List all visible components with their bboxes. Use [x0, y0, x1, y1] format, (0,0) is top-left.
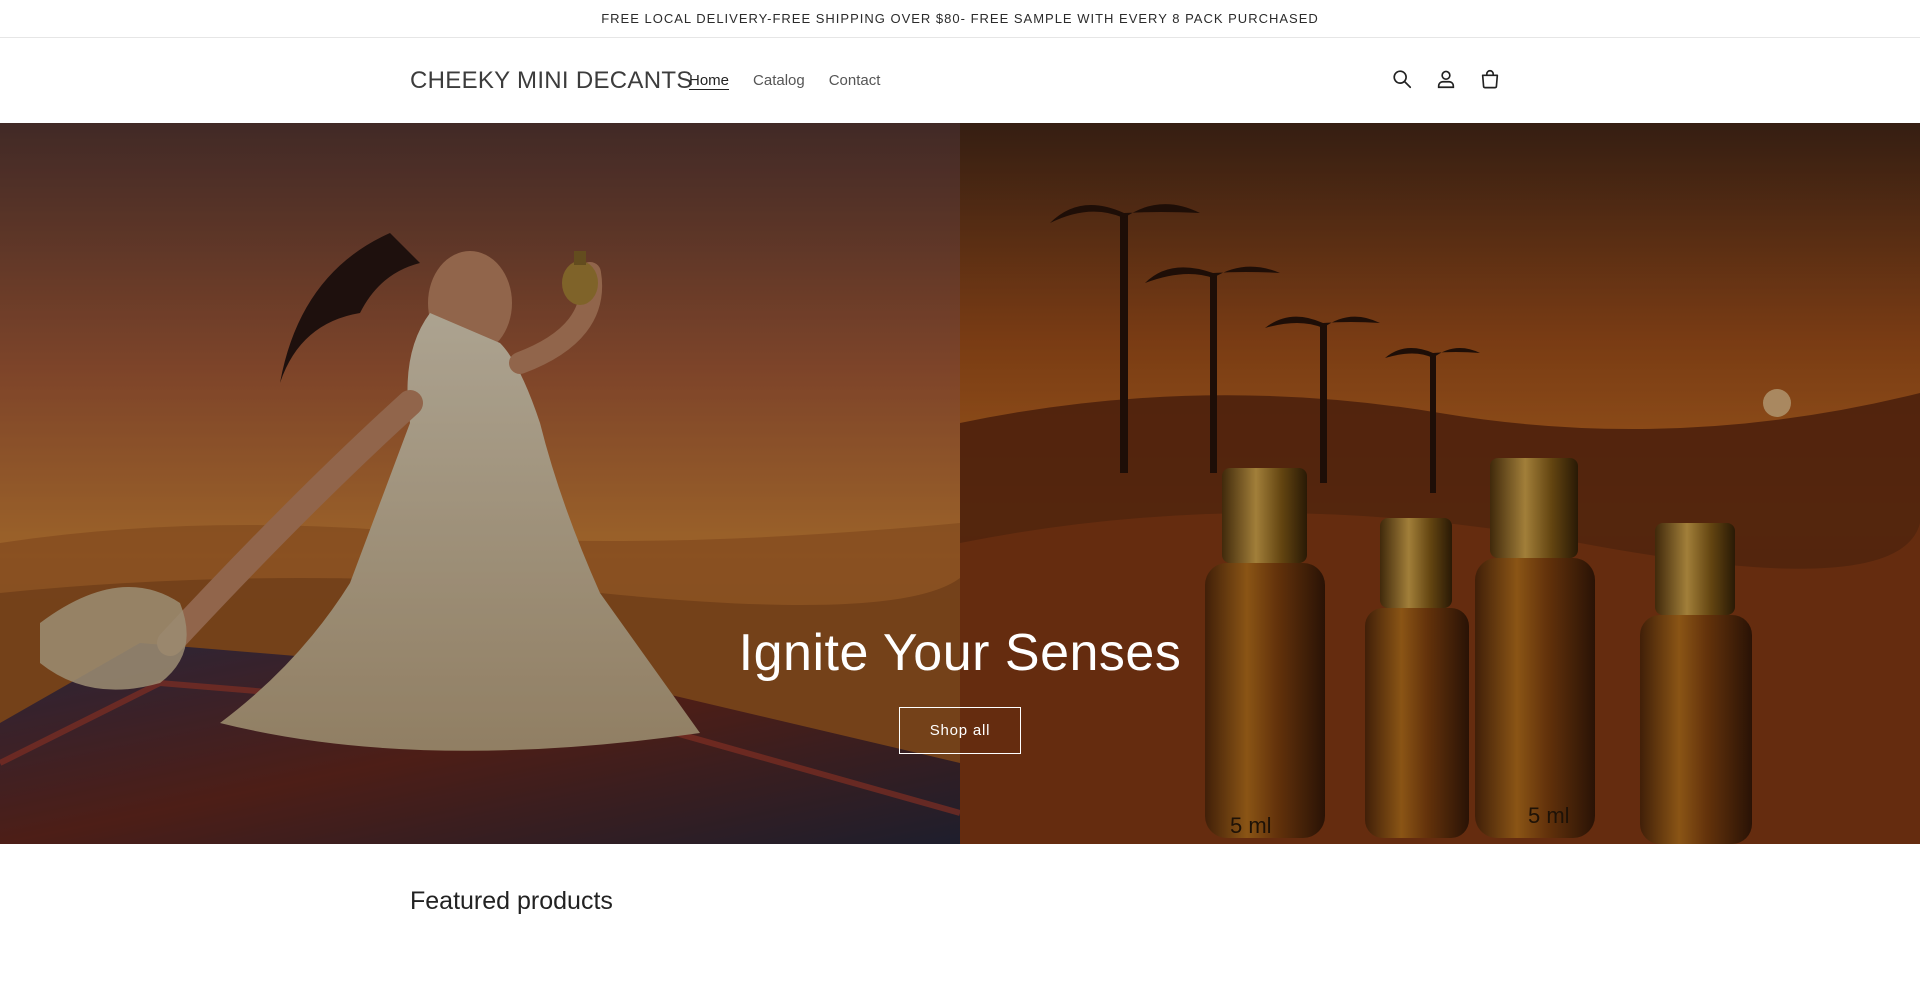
- search-icon[interactable]: [1390, 66, 1414, 92]
- nav-contact[interactable]: Contact: [829, 72, 881, 89]
- nav-home[interactable]: Home: [689, 72, 729, 89]
- announcement-text: FREE LOCAL DELIVERY-FREE SHIPPING OVER $…: [601, 11, 1319, 26]
- hero-banner: 5 ml 5 ml Ignite Your Senses Shop all: [0, 123, 1920, 844]
- hero-content: Ignite Your Senses Shop all: [0, 123, 1920, 844]
- header-icons: [1390, 66, 1502, 92]
- site-logo[interactable]: CHEEKY MINI DECANTS: [410, 67, 693, 95]
- main-nav: Home Catalog Contact: [689, 72, 880, 89]
- shop-all-button[interactable]: Shop all: [899, 707, 1021, 754]
- nav-catalog[interactable]: Catalog: [753, 72, 805, 89]
- account-icon[interactable]: [1434, 66, 1458, 92]
- cart-icon[interactable]: [1478, 66, 1502, 92]
- featured-products-heading: Featured products: [410, 887, 613, 915]
- announcement-bar: FREE LOCAL DELIVERY-FREE SHIPPING OVER $…: [0, 0, 1920, 38]
- site-header: CHEEKY MINI DECANTS Home Catalog Contact: [0, 39, 1920, 123]
- hero-title: Ignite Your Senses: [738, 624, 1182, 682]
